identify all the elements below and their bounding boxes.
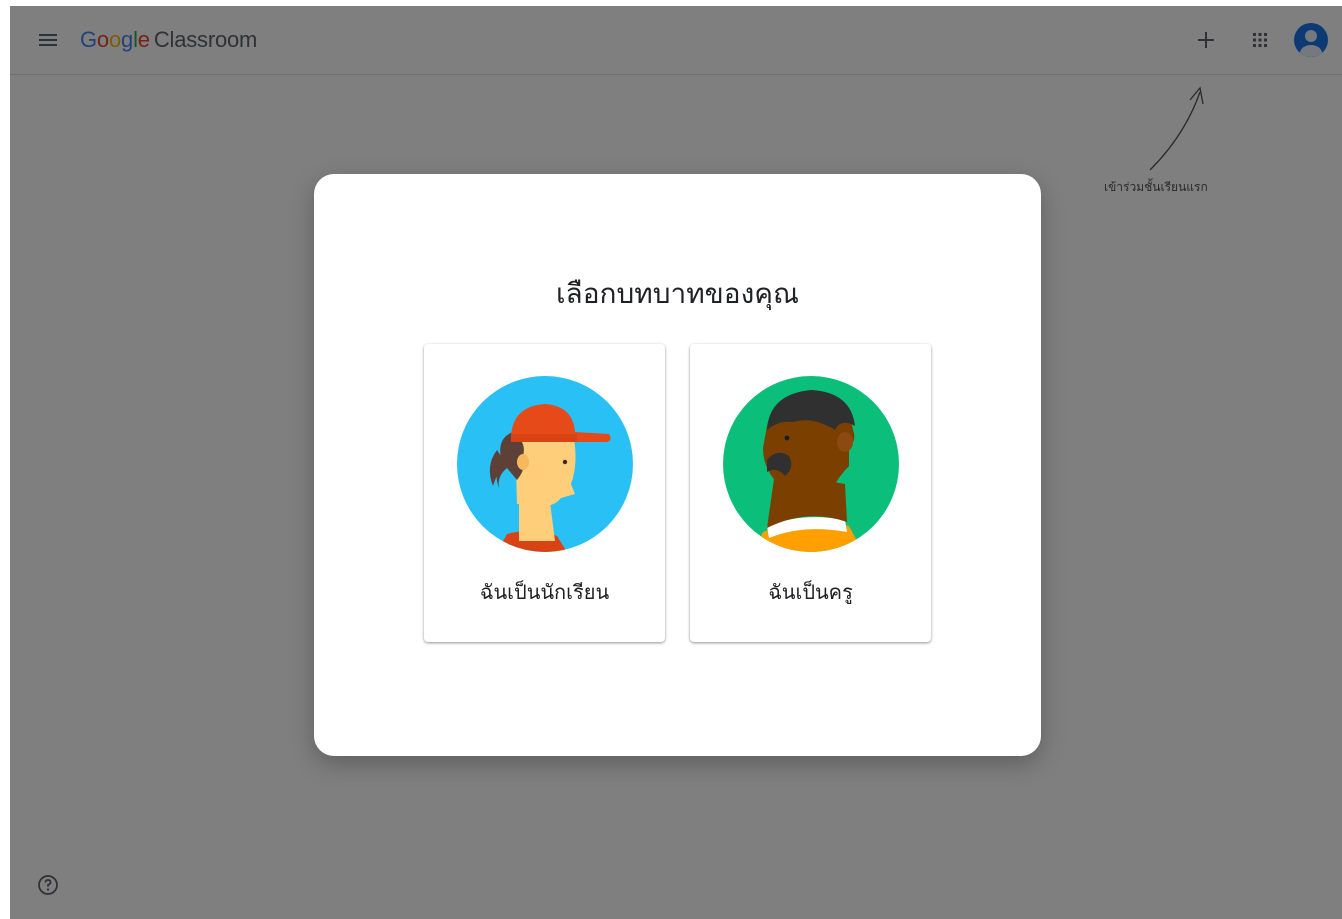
join-class-hint: เข้าร่วมชั้นเรียนแรก xyxy=(1090,80,1250,210)
teacher-illustration xyxy=(723,376,899,552)
student-role-label: ฉันเป็นนักเรียน xyxy=(479,580,610,604)
hint-text: เข้าร่วมชั้นเรียนแรก xyxy=(1104,180,1208,194)
teacher-role-card[interactable]: ฉันเป็นครู xyxy=(690,344,931,642)
arrow-icon xyxy=(1149,86,1204,171)
teacher-role-label: ฉันเป็นครู xyxy=(768,580,853,604)
student-illustration xyxy=(457,376,633,552)
classroom-window: GoogleClassroom xyxy=(10,6,1342,919)
student-role-card[interactable]: ฉันเป็นนักเรียน xyxy=(424,344,665,642)
dialog-title: เลือกบทบาทของคุณ xyxy=(555,277,800,310)
role-selection-dialog: เลือกบทบาทของคุณ ฉันเป็นนักเรียน ฉันเป็น… xyxy=(314,174,1041,756)
page: GoogleClassroom xyxy=(0,0,1342,919)
